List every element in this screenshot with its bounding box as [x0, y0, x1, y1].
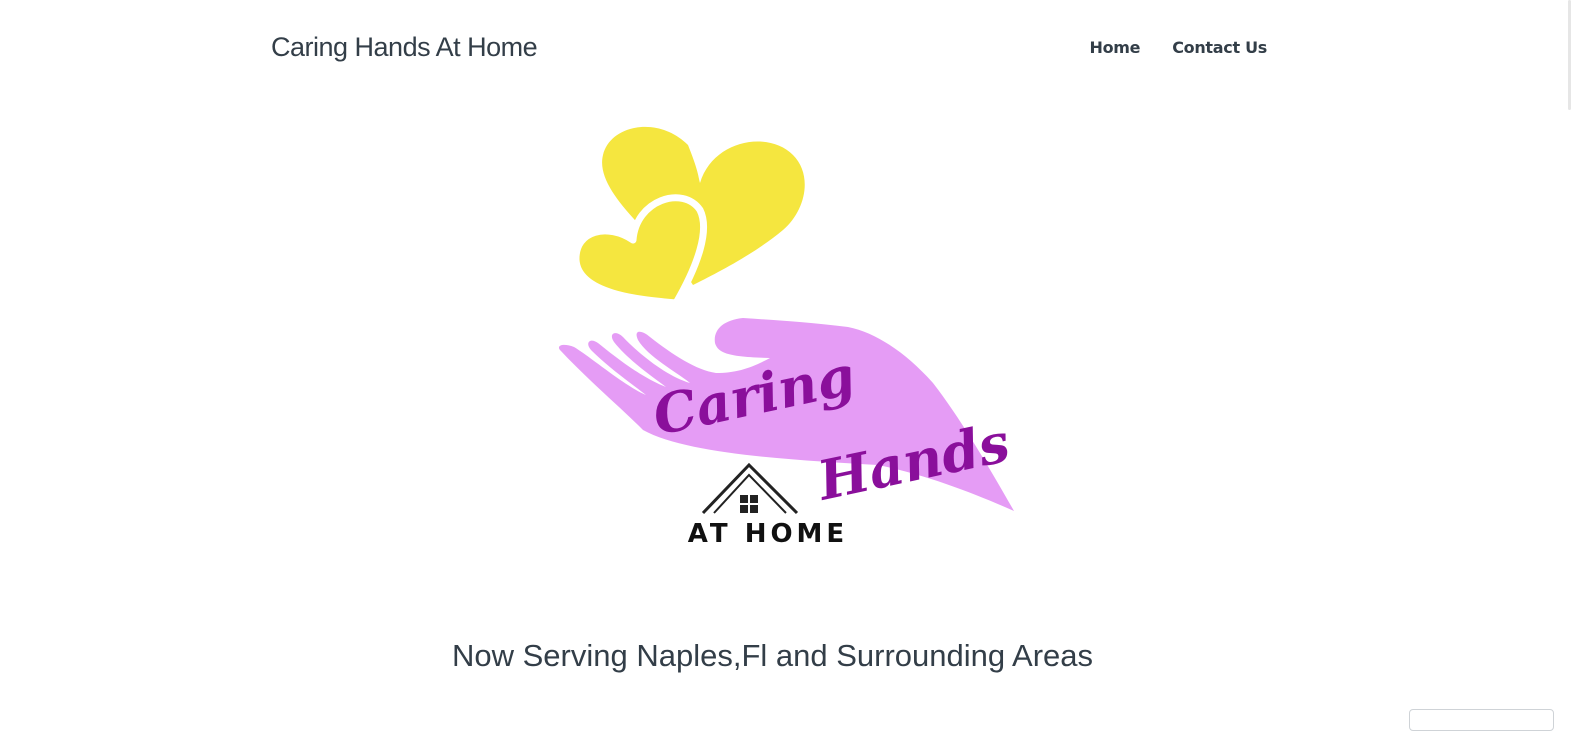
logo-graphic: Caring Hands AT HOME [558, 126, 1015, 549]
logo: Caring Hands AT HOME [548, 115, 1028, 555]
nav-item-contact-us[interactable]: Contact Us [1172, 38, 1267, 57]
house-icon [701, 462, 799, 515]
nav-item-home[interactable]: Home [1089, 38, 1140, 57]
scrollbar[interactable] [1566, 0, 1572, 717]
floating-widget[interactable] [1409, 709, 1554, 731]
logo-subtitle: AT HOME [688, 519, 848, 549]
tagline: Now Serving Naples,Fl and Surrounding Ar… [451, 638, 1093, 673]
site-title[interactable]: Caring Hands At Home [271, 32, 538, 63]
small-heart-icon [572, 194, 708, 307]
site-header: Caring Hands At Home Home Contact Us [271, 24, 1267, 70]
scrollbar-thumb[interactable] [1568, 0, 1571, 110]
main-nav: Home Contact Us [1089, 38, 1267, 57]
